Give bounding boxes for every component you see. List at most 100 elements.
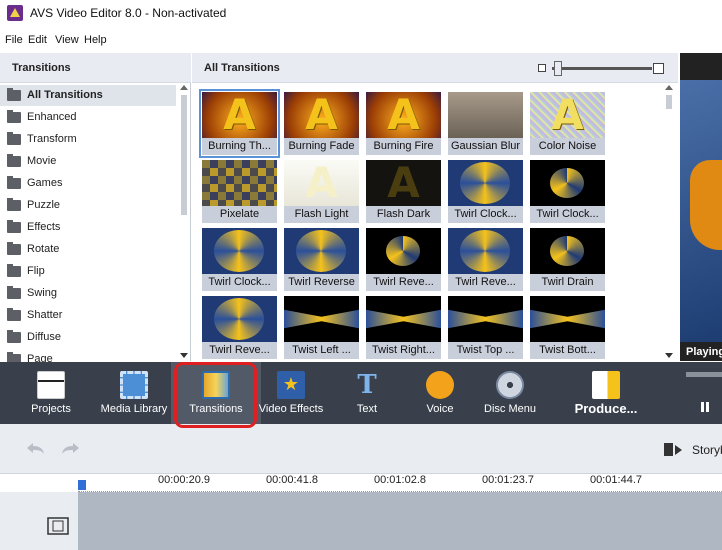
folder-icon [7, 88, 21, 101]
transition-label: Twirl Clock... [202, 274, 277, 291]
transition-label: Twirl Reve... [202, 342, 277, 359]
category-label: Effects [27, 221, 61, 233]
menu-help[interactable]: Help [84, 34, 107, 46]
transition-label: Pixelate [202, 206, 277, 223]
toolbar-button-media-library[interactable]: Media Library [89, 362, 179, 424]
transition-tile[interactable]: Twirl Reve... [448, 228, 523, 291]
folder-icon [7, 264, 21, 277]
transition-tile[interactable]: Gaussian Blur [448, 92, 523, 155]
menu-view[interactable]: View [55, 34, 79, 46]
transition-tile[interactable]: Twirl Drain [530, 228, 605, 291]
menu-bar: File Edit View Help [0, 31, 722, 51]
timecode: 00:01:44.7 [590, 474, 642, 486]
toolbar-button-label: Disc Menu [484, 403, 536, 415]
transition-tile[interactable]: Twirl Clock... [202, 228, 277, 291]
transition-label: Gaussian Blur [448, 138, 523, 155]
transition-label: Burning Fade [284, 138, 359, 155]
scroll-up-icon[interactable] [180, 85, 188, 90]
transition-tile[interactable]: Twirl Reve... [366, 228, 441, 291]
category-label: Games [27, 177, 63, 189]
category-panel-header: Transitions [0, 53, 191, 83]
storyboard-icon[interactable] [664, 443, 686, 456]
transition-label: Burning Fire [366, 138, 441, 155]
transition-tile[interactable]: Twist Left ... [284, 296, 359, 359]
playback-status: Playing [686, 346, 722, 358]
transition-tile[interactable]: A Color Noise [530, 92, 605, 155]
category-item[interactable]: Effects [0, 217, 176, 238]
category-item[interactable]: Diffuse [0, 327, 176, 348]
scroll-thumb[interactable] [181, 95, 187, 215]
transition-tile[interactable]: Twist Right... [366, 296, 441, 359]
transition-thumbnail [530, 160, 605, 206]
category-item[interactable]: Enhanced [0, 107, 176, 128]
transition-label: Flash Dark [366, 206, 441, 223]
category-item[interactable]: Puzzle [0, 195, 176, 216]
scroll-up-icon[interactable] [665, 85, 673, 90]
timecode: 00:01:02.8 [374, 474, 426, 486]
category-label: Shatter [27, 309, 63, 321]
video-track[interactable] [78, 492, 722, 550]
category-item[interactable]: Movie [0, 151, 176, 172]
category-item[interactable]: All Transitions [0, 85, 176, 106]
transition-tile[interactable]: Twirl Clock... [448, 160, 523, 223]
film-track-icon [47, 517, 69, 535]
category-item[interactable]: Rotate [0, 239, 176, 260]
toolbar-button-disc-menu[interactable]: Disc Menu [465, 362, 555, 424]
category-panel-title: Transitions [12, 62, 71, 74]
category-label: Swing [27, 287, 57, 299]
timecode: 00:00:41.8 [266, 474, 318, 486]
toolbar-button-produce[interactable]: Produce... [561, 362, 651, 424]
zoom-slider-thumb[interactable] [554, 61, 562, 76]
scroll-down-icon[interactable] [665, 353, 673, 358]
zoom-out-icon[interactable] [538, 64, 546, 72]
category-label: Movie [27, 155, 57, 167]
transition-tile[interactable]: Twist Top ... [448, 296, 523, 359]
redo-icon[interactable] [58, 441, 82, 457]
transition-tile[interactable]: A Burning Th... [199, 89, 280, 158]
menu-edit[interactable]: Edit [28, 34, 47, 46]
transition-thumbnail [202, 228, 277, 274]
zoom-slider-track[interactable] [552, 67, 652, 70]
transition-tile[interactable]: A Flash Dark [366, 160, 441, 223]
transition-tile[interactable]: A Burning Fire [366, 92, 441, 155]
category-item[interactable]: Games [0, 173, 176, 194]
scroll-down-icon[interactable] [180, 353, 188, 358]
toolbar-button-projects[interactable]: Projects [6, 362, 96, 424]
folder-icon [7, 198, 21, 211]
category-scrollbar[interactable] [178, 83, 190, 361]
transition-tile[interactable]: A Burning Fade [284, 92, 359, 155]
category-item[interactable]: Flip [0, 261, 176, 282]
transition-tile[interactable]: A Flash Light [284, 160, 359, 223]
transition-thumbnail: A [366, 160, 441, 206]
transition-tile[interactable]: Twirl Clock... [530, 160, 605, 223]
pause-icon[interactable] [701, 402, 704, 412]
main-toolbar: Projects Media Library Transitions ★ Video E… [0, 362, 680, 424]
seek-bar[interactable] [686, 372, 722, 377]
zoom-in-icon[interactable] [653, 63, 664, 74]
produce-icon [592, 371, 620, 399]
toolbar-button-label: Projects [31, 403, 71, 415]
transitions-scrollbar[interactable] [662, 83, 676, 361]
storyboard-toggle-label[interactable]: Storyb [692, 443, 722, 457]
transition-thumbnail [202, 160, 277, 206]
category-item[interactable]: Shatter [0, 305, 176, 326]
category-label: Enhanced [27, 111, 77, 123]
menu-file[interactable]: File [5, 34, 23, 46]
transition-tile[interactable]: Pixelate [202, 160, 277, 223]
category-item[interactable]: Transform [0, 129, 176, 150]
transition-label: Twist Right... [366, 342, 441, 359]
category-label: All Transitions [27, 89, 103, 101]
category-item[interactable]: Swing [0, 283, 176, 304]
scroll-thumb[interactable] [666, 95, 672, 109]
timecode: 00:00:20.9 [158, 474, 210, 486]
transition-label: Burning Th... [202, 138, 277, 155]
transition-tile[interactable]: Twist Bott... [530, 296, 605, 359]
transition-thumbnail [284, 228, 359, 274]
transition-tile[interactable]: Twirl Reve... [202, 296, 277, 359]
transition-thumbnail: A [284, 160, 359, 206]
title-bar: AVS Video Editor 8.0 - Non-activated [0, 0, 722, 27]
transition-tile[interactable]: Twirl Reverse [284, 228, 359, 291]
undo-icon[interactable] [24, 441, 48, 457]
video-track-header [0, 492, 78, 550]
playhead-marker[interactable] [78, 480, 86, 490]
